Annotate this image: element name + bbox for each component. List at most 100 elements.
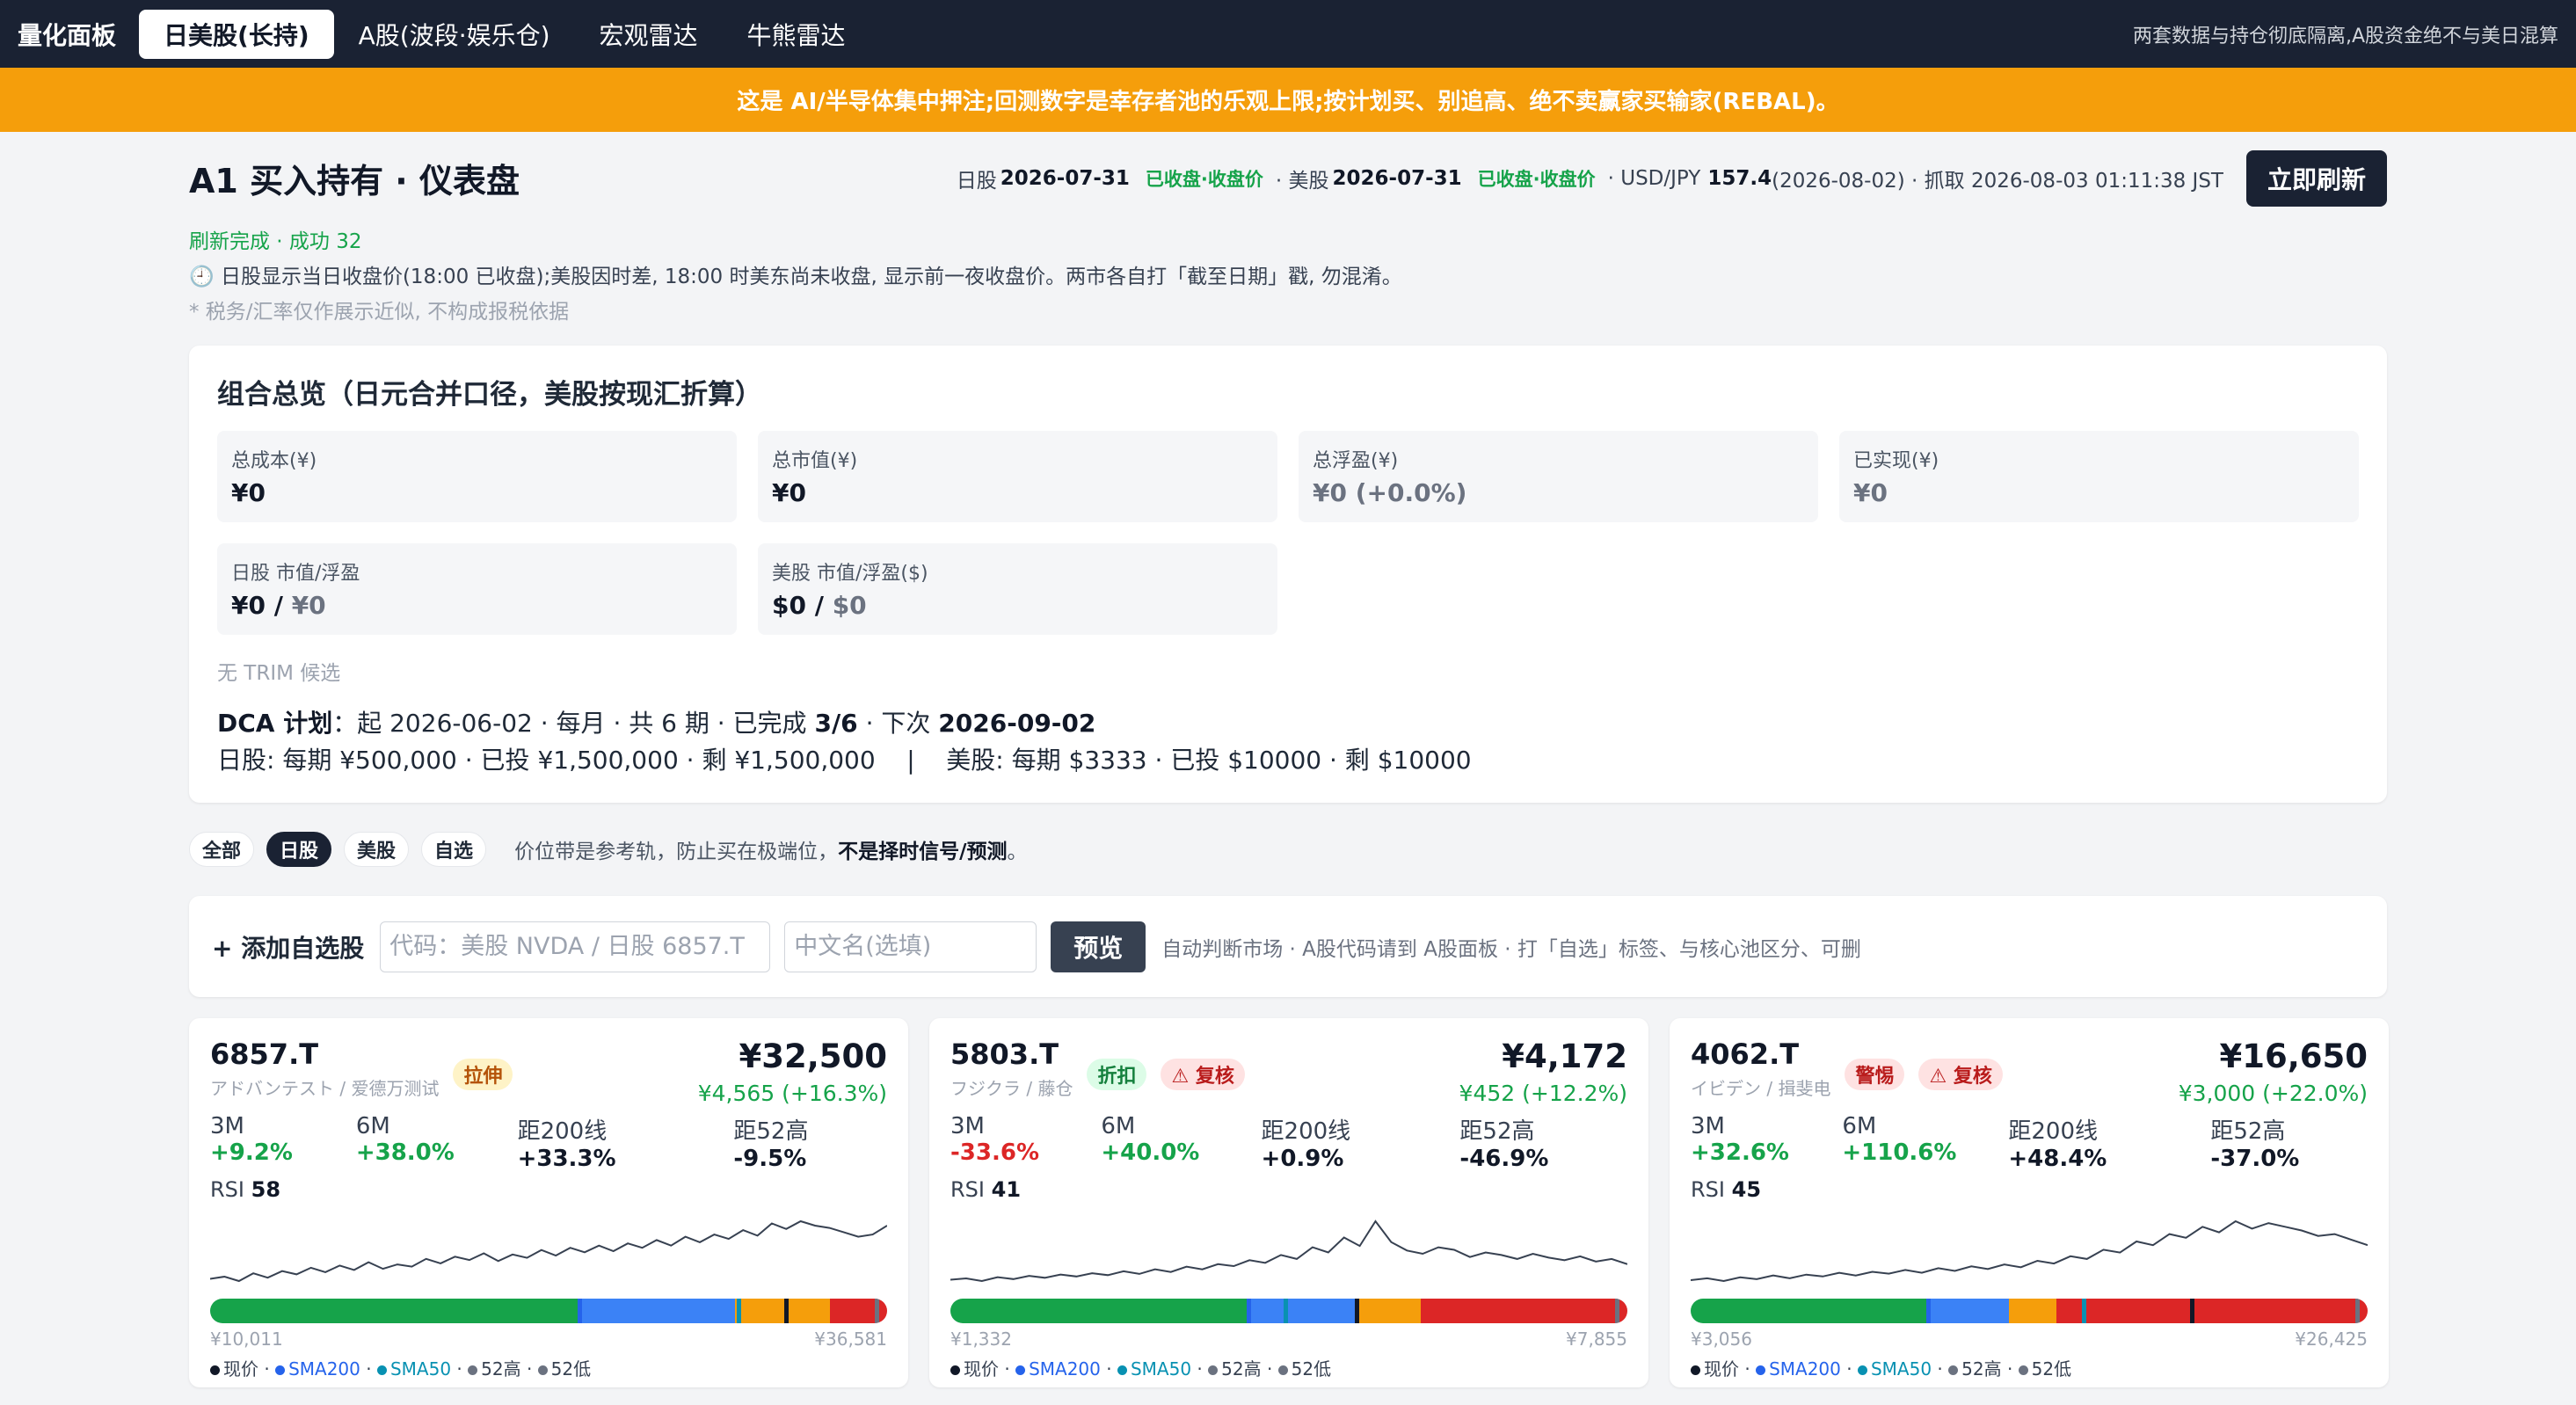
total-cost-value: ¥0 bbox=[231, 478, 266, 507]
us-market-value: $0 / bbox=[772, 591, 824, 620]
52w-high-marker bbox=[2355, 1299, 2361, 1323]
current-price-marker bbox=[1355, 1299, 1359, 1323]
us-status: 已收盘·收盘价 bbox=[1477, 168, 1596, 190]
dca-progress: 3/6 bbox=[814, 709, 858, 738]
dist-sma200: +48.4% bbox=[2008, 1146, 2107, 1172]
refresh-status: 刷新完成 · 成功 32 bbox=[189, 230, 362, 253]
rsi: RSI 41 bbox=[950, 1177, 1022, 1202]
jp-market-value-cell: 日股 市值/浮盈 ¥0 / ¥0 bbox=[217, 543, 737, 635]
dist-52w-high: -46.9% bbox=[1459, 1146, 1549, 1172]
add-watchlist-bar: + 添加自选股 预览 自动判断市场 · A股代码请到 A股面板 · 打「自选」标… bbox=[189, 896, 2387, 997]
high-dot-icon bbox=[1208, 1365, 1219, 1375]
stock-card[interactable]: 4062.T イビデン / 揖斐电 警惕 ⚠ 复核 ¥16,650 ¥3,000 … bbox=[1670, 1018, 2389, 1387]
band-neutral bbox=[1927, 1299, 2009, 1323]
us-date: 2026-07-31 bbox=[1332, 166, 1462, 190]
current-price-marker bbox=[783, 1299, 789, 1323]
overview-title: 组合总览（日元合并口径，美股按现汇折算） bbox=[217, 379, 762, 411]
dca-next-label: · 下次 bbox=[857, 709, 931, 738]
52w-high-price: ¥7,855 bbox=[1566, 1329, 1627, 1350]
now-dot-icon bbox=[950, 1365, 960, 1375]
fx-fetch-time: (2026-08-02) · 抓取 2026-08-03 01:11:38 JS… bbox=[1772, 169, 2223, 193]
dca-label: DCA 计划 bbox=[217, 709, 333, 738]
52w-high-marker bbox=[1615, 1299, 1620, 1323]
ticker-code: 5803.T bbox=[950, 1037, 1059, 1071]
stock-card[interactable]: 6857.T アドバンテスト / 爱德万测试 拉伸 ¥32,500 ¥4,565… bbox=[189, 1018, 908, 1387]
refresh-button[interactable]: 立即刷新 bbox=[2245, 149, 2387, 207]
sma50-dot-icon bbox=[1857, 1365, 1867, 1375]
jp-market-value-label: 日股 市值/浮盈 bbox=[231, 563, 360, 585]
52w-high-price: ¥26,425 bbox=[2295, 1329, 2368, 1350]
high-dot-icon bbox=[468, 1365, 478, 1375]
preview-button[interactable]: 预览 bbox=[1051, 921, 1146, 972]
stock-name: アドバンテスト / 爱德万测试 bbox=[210, 1078, 440, 1099]
total-unrealized-value: ¥0 (+0.0%) bbox=[1313, 478, 1467, 507]
total-unrealized-label: 总浮盈(¥) bbox=[1313, 450, 1399, 472]
jp-status: 已收盘·收盘价 bbox=[1145, 168, 1263, 190]
dashboard-header: A1 买入持有 · 仪表盘 日股 2026-07-31 已收盘·收盘价 · 美股… bbox=[189, 132, 2387, 224]
band-stretch bbox=[2008, 1299, 2056, 1323]
status-badge: 拉伸 bbox=[453, 1059, 513, 1090]
current-price: ¥32,500 bbox=[739, 1037, 887, 1075]
warning-banner: 这是 AI/半导体集中押注;回测数字是幸存者池的乐观上限;按计划买、别追高、绝不… bbox=[0, 68, 2576, 132]
unrealized-pnl: ¥4,565 (+16.3%) bbox=[697, 1081, 887, 1106]
rsi-value: 41 bbox=[991, 1177, 1022, 1202]
jp-market-value: ¥0 / bbox=[231, 591, 283, 620]
band-buy bbox=[210, 1299, 579, 1323]
sma50-dot-icon bbox=[376, 1365, 387, 1375]
stock-card[interactable]: 5803.T フジクラ / 藤仓 折扣 ⚠ 复核 ¥4,172 ¥452 (+12… bbox=[929, 1018, 1648, 1387]
add-hint: 自动判断市场 · A股代码请到 A股面板 · 打「自选」标签、与核心池区分、可删 bbox=[1161, 937, 1861, 961]
dca-plan: DCA 计划：起 2026-06-02 · 每月 · 共 6 期 · 已完成 3… bbox=[217, 705, 2359, 779]
ticker-code: 6857.T bbox=[210, 1037, 319, 1071]
page-title: A1 买入持有 · 仪表盘 bbox=[189, 162, 520, 200]
performance-metrics: 3M +32.6% 6M +110.6% 距200线 +48.4% 距52高 -… bbox=[1691, 1113, 2300, 1172]
return-3m: -33.6% bbox=[950, 1139, 1039, 1166]
sma200-marker bbox=[577, 1299, 582, 1323]
filter-us[interactable]: 美股 bbox=[344, 832, 410, 867]
performance-metrics: 3M +9.2% 6M +38.0% 距200线 +33.3% 距52高 -9.… bbox=[210, 1113, 809, 1172]
total-market-value-value: ¥0 bbox=[772, 478, 806, 507]
jp-unrealized: ¥0 bbox=[291, 591, 326, 620]
top-nav: 量化面板 日美股(长持) A股(波段·娱乐仓) 宏观雷达 牛熊雷达 两套数据与持… bbox=[0, 0, 2576, 68]
sma50-dot-icon bbox=[1117, 1365, 1127, 1375]
us-market-value-cell: 美股 市值/浮盈($) $0 / $0 bbox=[758, 543, 1277, 635]
filter-all[interactable]: 全部 bbox=[189, 832, 255, 867]
return-6m: +110.6% bbox=[1842, 1139, 1957, 1166]
sma200-dot-icon bbox=[275, 1365, 286, 1375]
dca-amounts: 日股: 每期 ¥500,000 · 已投 ¥1,500,000 · 剩 ¥1,5… bbox=[217, 746, 1472, 775]
dist-sma200: +0.9% bbox=[1261, 1146, 1344, 1172]
52w-low-price: ¥1,332 bbox=[950, 1329, 1012, 1350]
dist-52w-high: -9.5% bbox=[733, 1146, 807, 1172]
unrealized-pnl: ¥3,000 (+22.0%) bbox=[2178, 1081, 2368, 1106]
market-status: 日股 2026-07-31 已收盘·收盘价 · 美股 2026-07-31 已收… bbox=[957, 149, 2387, 207]
tab-macro-radar[interactable]: 宏观雷达 bbox=[575, 10, 723, 59]
price-band-bar bbox=[950, 1299, 1627, 1323]
refresh-info: 刷新完成 · 成功 32 🕘 日股显示当日收盘价(18:00 已收盘);美股因时… bbox=[189, 224, 2387, 330]
tab-a-share[interactable]: A股(波段·娱乐仓) bbox=[334, 10, 575, 59]
band-neutral bbox=[579, 1299, 735, 1323]
stock-name: イビデン / 揖斐电 bbox=[1691, 1078, 1831, 1099]
ticker-input[interactable] bbox=[380, 921, 771, 972]
dca-schedule: ：起 2026-06-02 · 每月 · 共 6 期 · 已完成 bbox=[332, 709, 807, 738]
tab-jp-us-longhold[interactable]: 日美股(长持) bbox=[139, 9, 334, 59]
nav-isolation-note: 两套数据与持仓彻底隔离,A股资金绝不与美日混算 bbox=[2132, 25, 2558, 47]
current-price: ¥16,650 bbox=[2219, 1037, 2368, 1075]
52w-high-price: ¥36,581 bbox=[814, 1329, 887, 1350]
current-price-marker bbox=[2189, 1299, 2194, 1323]
band-legend: 现价 · SMA200 · SMA50 · 52高 · 52低 bbox=[950, 1355, 1627, 1380]
now-dot-icon bbox=[210, 1365, 220, 1375]
market-filter: 全部 日股 美股 自选 价位带是参考轨，防止买在极端位，不是择时信号/预测。 bbox=[189, 803, 2387, 896]
status-badge: 折扣 bbox=[1087, 1059, 1147, 1090]
sma200-marker bbox=[1925, 1299, 1931, 1323]
return-6m: +38.0% bbox=[355, 1139, 455, 1166]
chinese-name-input[interactable] bbox=[784, 921, 1037, 972]
band-neutral bbox=[1248, 1299, 1357, 1323]
52w-low-price: ¥3,056 bbox=[1691, 1329, 1752, 1350]
total-cost-cell: 总成本(¥) ¥0 bbox=[217, 431, 737, 522]
52w-low-price: ¥10,011 bbox=[210, 1329, 283, 1350]
filter-watchlist[interactable]: 自选 bbox=[421, 832, 487, 867]
jp-date: 2026-07-31 bbox=[1000, 166, 1130, 190]
tab-bull-bear-radar[interactable]: 牛熊雷达 bbox=[723, 10, 870, 59]
filter-jp[interactable]: 日股 bbox=[266, 832, 332, 867]
low-dot-icon bbox=[1277, 1365, 1288, 1375]
status-badge: 警惕 bbox=[1845, 1059, 1905, 1090]
